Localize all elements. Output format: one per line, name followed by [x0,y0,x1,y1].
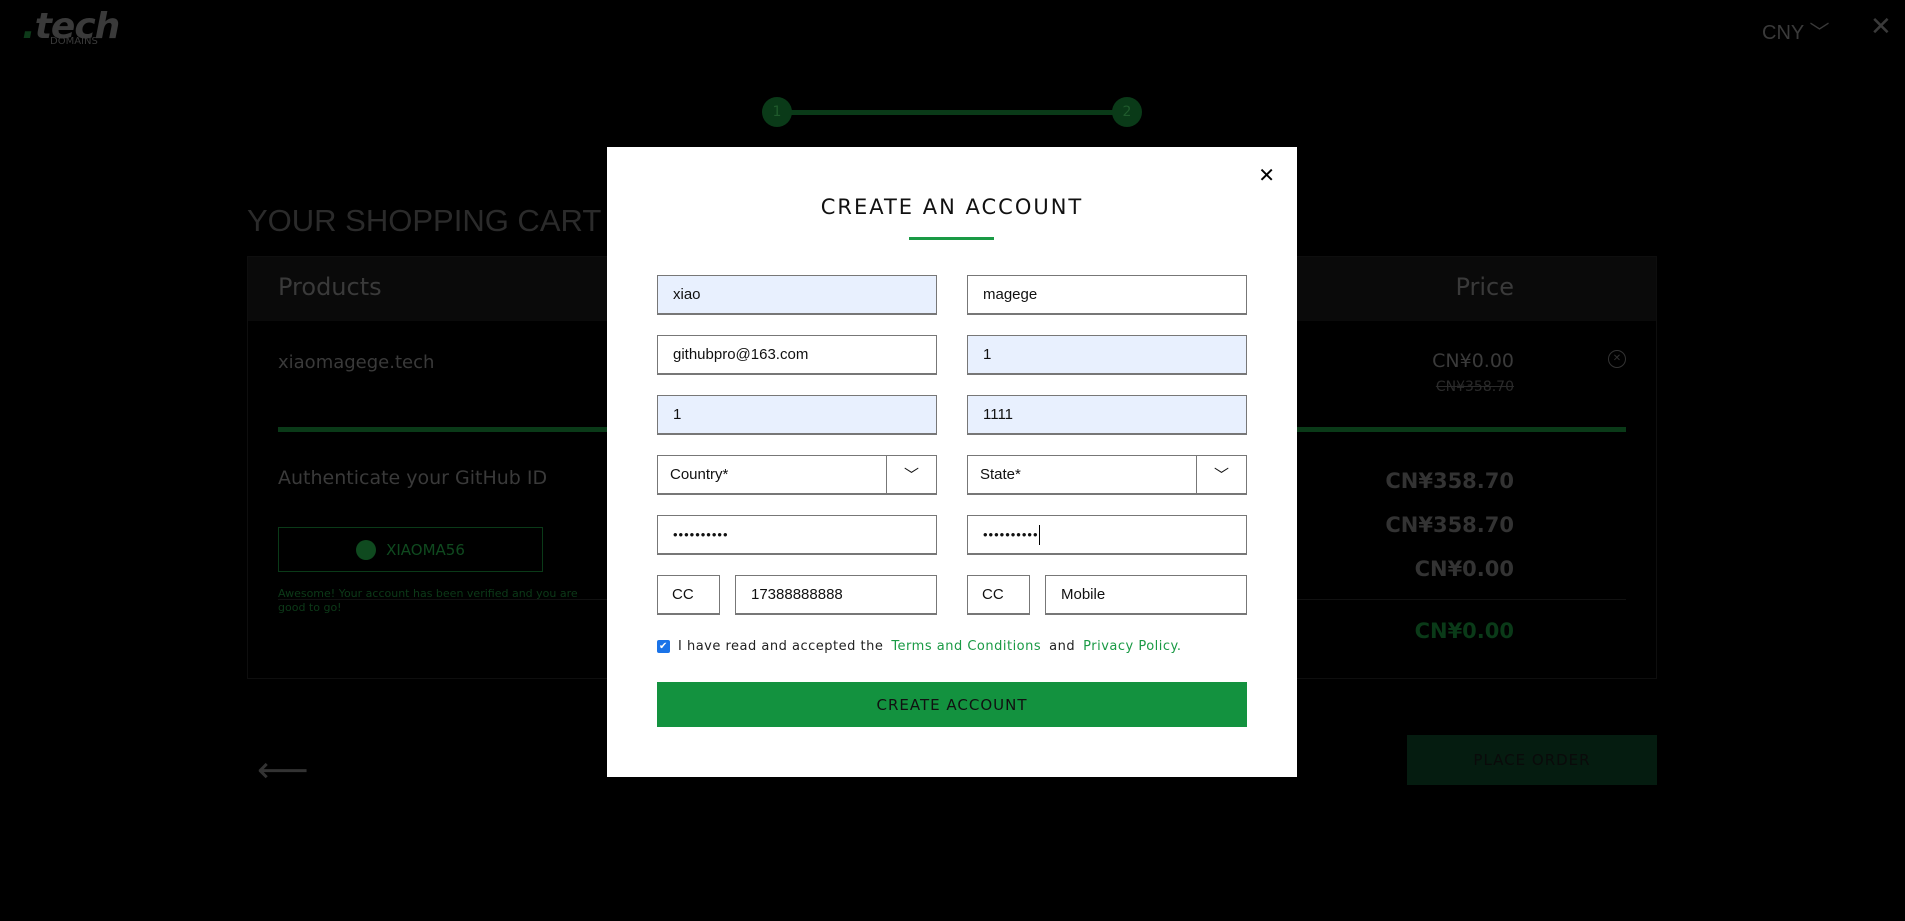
chevron-down-icon: ﹀ [886,456,936,493]
step-progress-line [790,110,1115,115]
grand-total: CN¥0.00 [1414,619,1514,643]
modal-title: CREATE AN ACCOUNT [820,195,1084,219]
last-name-input[interactable]: magege [967,275,1247,315]
phone-input[interactable]: 17388888888 [735,575,937,615]
terms-and: and [1049,639,1076,654]
mobile-country-code-input[interactable]: CC [967,575,1030,615]
city-input[interactable]: 1 [657,395,937,435]
state-label: State* [980,466,1021,483]
terms-text: I have read and accepted the [678,639,884,654]
col-price: Price [1455,273,1514,301]
country-label: Country* [670,466,729,483]
email-input[interactable]: githubpro@163.com [657,335,937,375]
step-1: 1 [762,97,792,127]
page-title: YOUR SHOPPING CART [247,203,602,238]
chevron-down-icon: ﹀ [1809,22,1830,44]
modal-close-icon[interactable]: ✕ [1258,163,1275,187]
create-account-modal: ✕ CREATE AN ACCOUNT xiao magege githubpr… [607,147,1297,777]
title-underline [909,237,994,240]
discount: CN¥0.00 [1414,557,1514,581]
privacy-link[interactable]: Privacy Policy. [1083,639,1181,654]
github-icon [356,539,377,560]
col-products: Products [278,273,382,301]
create-account-button[interactable]: CREATE ACCOUNT [657,682,1247,727]
product-original-price: CN¥358.70 [1435,379,1514,395]
github-heading: Authenticate your GitHub ID [278,467,548,489]
terms-link[interactable]: Terms and Conditions [891,639,1041,654]
remove-item-icon[interactable]: ✕ [1608,350,1626,368]
github-verified-message: Awesome! Your account has been verified … [278,587,578,614]
terms-checkbox[interactable]: ✔ [657,640,670,653]
first-name-input[interactable]: xiao [657,275,937,315]
confirm-password-input[interactable]: •••••••••• [967,515,1247,555]
back-arrow-icon[interactable]: ⟵ [257,750,309,791]
github-auth-button[interactable]: XIAOMA56 [278,527,543,572]
state-select[interactable]: State* ﹀ [967,455,1247,495]
total-before-discount: CN¥358.70 [1385,513,1514,537]
logo-sub: DOMAINS [50,36,98,47]
chevron-down-icon: ﹀ [1196,456,1246,493]
close-icon[interactable]: ✕ [1870,12,1892,42]
product-name: xiaomagege.tech [278,352,435,373]
password-input[interactable]: •••••••••• [657,515,937,555]
step-2: 2 [1112,97,1142,127]
currency-select[interactable]: CNY ﹀ [1762,16,1829,45]
product-price: CN¥0.00 [1432,350,1514,372]
zip-input[interactable]: 1111 [967,395,1247,435]
confirm-password-value: •••••••••• [983,527,1039,542]
terms-row: ✔ I have read and accepted the Terms and… [657,639,1182,654]
country-select[interactable]: Country* ﹀ [657,455,937,495]
currency-label: CNY [1762,22,1804,44]
place-order-button[interactable]: PLACE ORDER [1407,735,1657,785]
address-input[interactable]: 1 [967,335,1247,375]
country-code-input[interactable]: CC [657,575,720,615]
subtotal: CN¥358.70 [1385,469,1514,493]
github-username: XIAOMA56 [386,540,465,559]
mobile-input[interactable]: Mobile [1045,575,1247,615]
